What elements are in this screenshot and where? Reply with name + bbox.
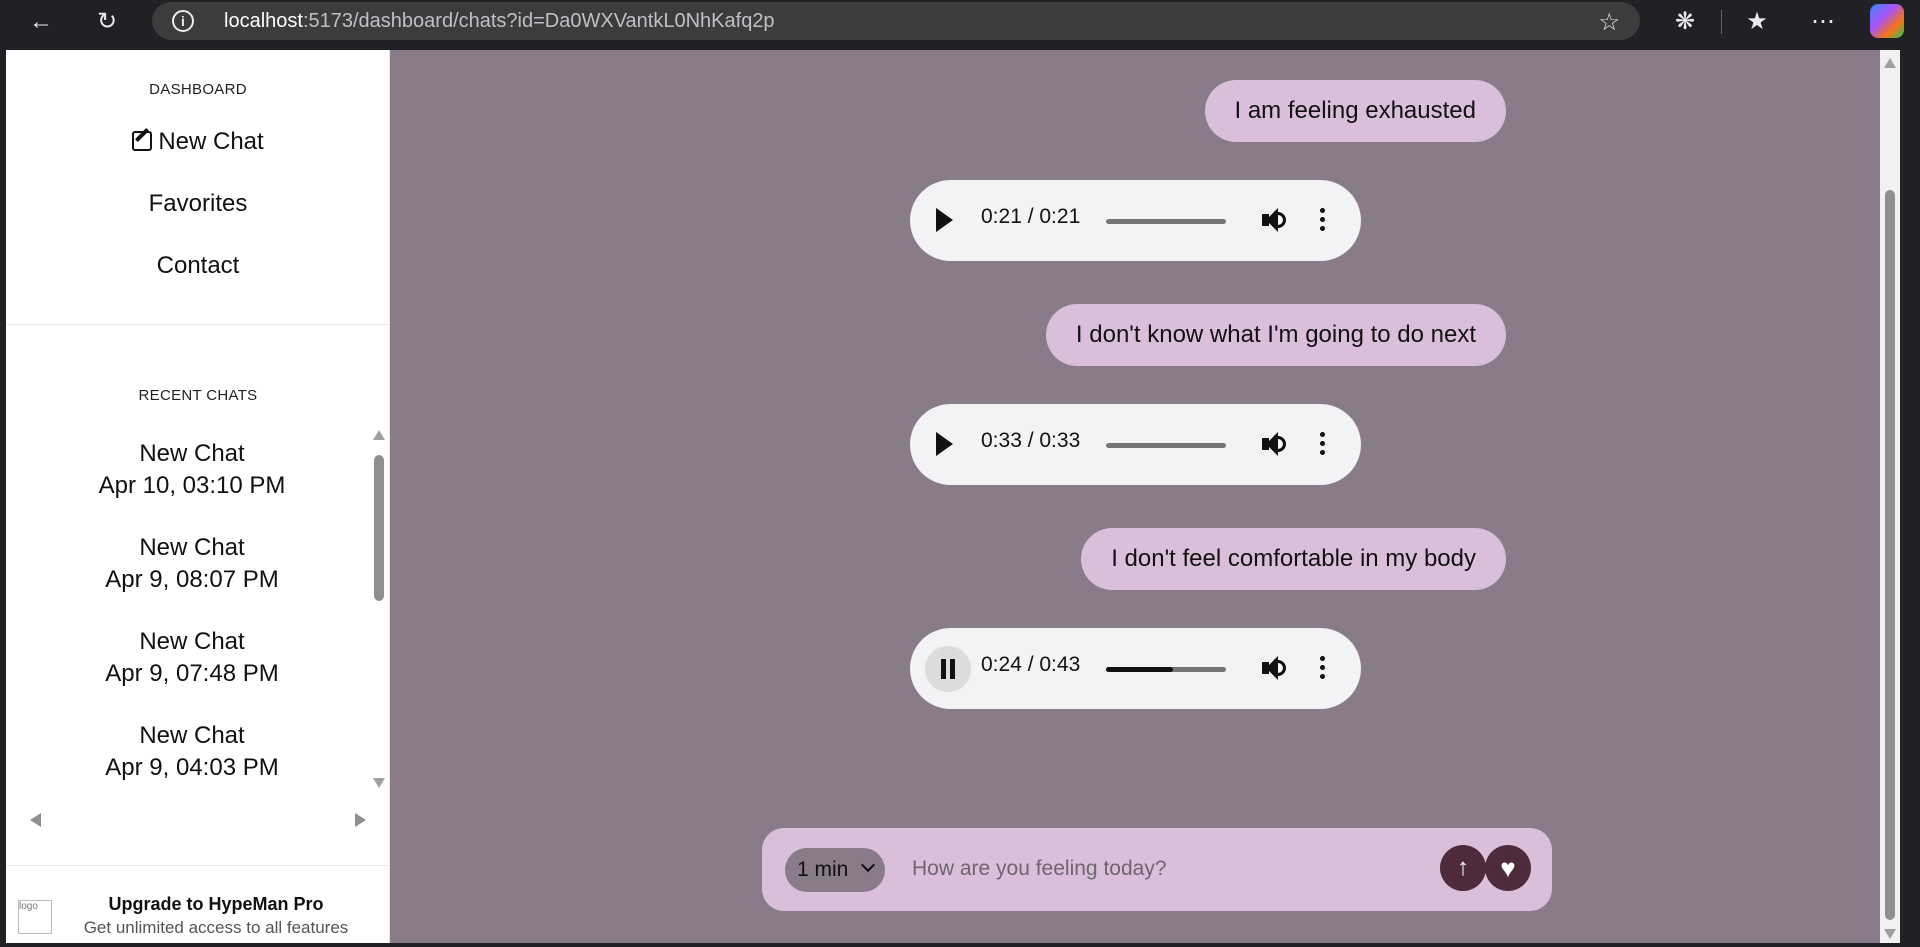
scroll-down-arrow-icon[interactable] <box>1884 929 1896 939</box>
user-message-bubble: I am feeling exhausted <box>1204 80 1506 142</box>
url-text[interactable]: localhost:5173/dashboard/chats?id=Da0WXV… <box>224 10 775 33</box>
audio-seek-bar[interactable] <box>1106 443 1226 448</box>
page-scrollbar-thumb[interactable] <box>1885 190 1895 920</box>
recent-chat-item[interactable]: New Chat Apr 9, 04:03 PM <box>6 720 378 784</box>
volume-icon[interactable] <box>1262 206 1288 234</box>
play-icon[interactable] <box>936 432 953 456</box>
upgrade-subtitle: Get unlimited access to all features <box>83 918 349 937</box>
sidebar-divider <box>6 324 390 325</box>
recent-chat-date: Apr 9, 04:03 PM <box>105 754 279 781</box>
back-icon[interactable]: ← <box>24 5 58 39</box>
scroll-right-arrow-icon[interactable] <box>355 813 366 827</box>
recent-chat-item[interactable]: New Chat Apr 9, 08:07 PM <box>6 532 378 596</box>
page-viewport: DASHBOARD New Chat Favorites Contact REC… <box>6 50 1880 943</box>
more-options-icon[interactable] <box>1320 432 1326 458</box>
info-icon[interactable]: i <box>172 10 194 32</box>
pause-icon[interactable] <box>925 646 971 692</box>
window-edge <box>1900 50 1920 947</box>
message-input[interactable] <box>912 846 1412 892</box>
audio-player[interactable]: 0:21 / 0:21 <box>910 180 1361 261</box>
new-chat-link[interactable]: New Chat <box>6 128 390 156</box>
scroll-down-arrow-icon[interactable] <box>373 778 385 788</box>
recent-chat-date: Apr 9, 07:48 PM <box>105 660 279 687</box>
recent-chat-title: New Chat <box>139 628 245 655</box>
recent-chat-title: New Chat <box>139 534 245 561</box>
user-message-bubble: I don't feel comfortable in my body <box>1081 528 1506 590</box>
logo-image: logo <box>18 900 52 934</box>
duration-value: 1 min <box>797 858 849 881</box>
scrollbar-thumb[interactable] <box>374 455 384 601</box>
recent-chat-item[interactable]: New Chat Apr 9, 07:48 PM <box>6 626 378 690</box>
browser-toolbar: ← ↻ i localhost:5173/dashboard/chats?id=… <box>0 0 1920 50</box>
copilot-icon[interactable] <box>1870 4 1904 38</box>
recent-chat-date: Apr 9, 08:07 PM <box>105 566 279 593</box>
upgrade-title: Upgrade to HypeMan Pro <box>108 894 324 914</box>
volume-icon[interactable] <box>1262 430 1288 458</box>
extensions-icon[interactable]: ❋ <box>1668 5 1702 39</box>
more-options-icon[interactable] <box>1320 656 1326 682</box>
favorite-button[interactable]: ♥ <box>1485 845 1531 891</box>
audio-player[interactable]: 0:33 / 0:33 <box>910 404 1361 485</box>
window-edge <box>0 943 1920 947</box>
user-message-bubble: I don't know what I'm going to do next <box>1045 304 1506 366</box>
send-button[interactable]: ↑ <box>1440 845 1486 891</box>
scroll-up-arrow-icon[interactable] <box>373 430 385 440</box>
favorites-icon[interactable]: ★ <box>1740 5 1774 39</box>
chevron-down-icon <box>860 857 876 873</box>
recent-chat-date: Apr 10, 03:10 PM <box>98 472 286 499</box>
message-composer: 1 min ↑ ♥ <box>762 828 1552 911</box>
audio-player[interactable]: 0:24 / 0:43 <box>910 628 1361 709</box>
recent-chat-title: New Chat <box>139 440 245 467</box>
scroll-up-arrow-icon[interactable] <box>1884 58 1896 68</box>
audio-seek-bar[interactable] <box>1106 667 1226 672</box>
new-chat-label: New Chat <box>158 128 264 155</box>
page-scrollbar[interactable] <box>1880 50 1900 943</box>
recent-chats-list[interactable]: New Chat Apr 10, 03:10 PM New Chat Apr 9… <box>6 428 390 852</box>
recent-chat-item[interactable]: New Chat Apr 10, 03:10 PM <box>6 438 378 502</box>
toolbar-divider <box>1721 10 1722 34</box>
audio-time: 0:33 / 0:33 <box>981 429 1081 452</box>
play-icon[interactable] <box>936 208 953 232</box>
sidebar: DASHBOARD New Chat Favorites Contact REC… <box>6 50 390 943</box>
favorite-star-icon[interactable]: ☆ <box>1598 8 1620 37</box>
audio-time: 0:21 / 0:21 <box>981 205 1081 228</box>
recent-chats-vertical-scrollbar[interactable] <box>372 428 386 788</box>
contact-link[interactable]: Contact <box>6 252 390 280</box>
audio-seek-bar[interactable] <box>1106 219 1226 224</box>
duration-select[interactable]: 1 min <box>785 848 885 892</box>
edit-icon <box>132 131 153 151</box>
recent-chats-horizontal-scrollbar[interactable] <box>26 812 366 827</box>
dashboard-heading: DASHBOARD <box>149 81 247 98</box>
audio-time: 0:24 / 0:43 <box>981 653 1081 676</box>
recent-chat-title: New Chat <box>139 722 245 749</box>
heart-icon: ♥ <box>1500 853 1516 883</box>
arrow-up-icon: ↑ <box>1457 854 1469 881</box>
audio-progress <box>1106 667 1174 672</box>
scroll-left-arrow-icon[interactable] <box>30 813 41 827</box>
favorites-link[interactable]: Favorites <box>6 190 390 218</box>
reload-icon[interactable]: ↻ <box>90 5 124 39</box>
sidebar-bottom-divider <box>6 865 390 866</box>
address-bar[interactable]: i localhost:5173/dashboard/chats?id=Da0W… <box>152 2 1640 40</box>
more-options-icon[interactable] <box>1320 208 1326 234</box>
upgrade-banner[interactable]: logo Upgrade to HypeMan Pro Get unlimite… <box>6 894 390 943</box>
volume-icon[interactable] <box>1262 654 1288 682</box>
recent-chats-heading: RECENT CHATS <box>138 387 258 404</box>
more-icon[interactable]: ⋯ <box>1806 5 1840 39</box>
